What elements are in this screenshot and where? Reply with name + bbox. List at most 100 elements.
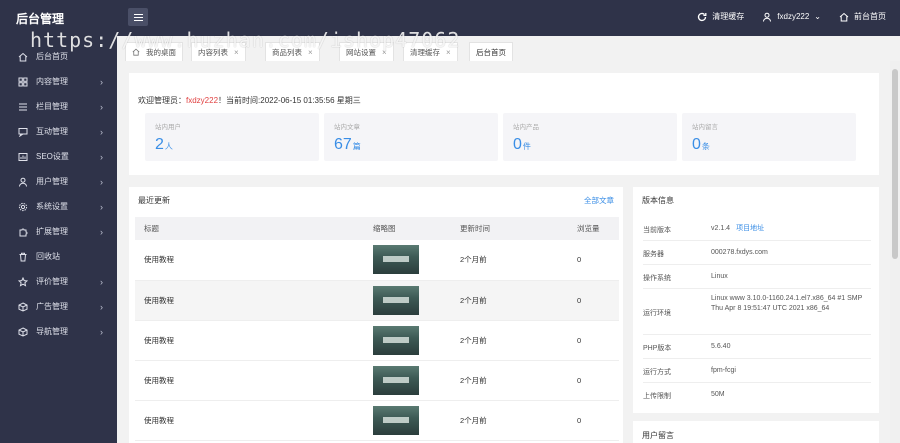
welcome-text: 欢迎管理员：fxdzy222！当前时间:2022-06-15 01:35:56 …	[138, 95, 361, 106]
stat-value: 0件	[513, 136, 531, 154]
messages-title: 用户留言	[642, 431, 674, 440]
cube-icon	[18, 301, 28, 312]
tab-site-settings[interactable]: 网站设置 ×	[339, 42, 394, 61]
trash-icon	[19, 252, 27, 261]
tab-clear-cache[interactable]: 清理缓存 ×	[403, 42, 458, 61]
tab-admin-home[interactable]: 后台首页	[469, 42, 513, 61]
gear-icon	[18, 202, 28, 211]
thumbnail-image[interactable]	[373, 365, 419, 395]
stat-label: 站内留言	[692, 124, 718, 131]
list-icon	[19, 103, 27, 110]
stat-unit: 件	[522, 142, 531, 151]
table-row[interactable]: 使用教程 2个月前 0	[135, 320, 619, 361]
table-row[interactable]: 使用教程 2个月前 0	[135, 240, 619, 281]
close-icon[interactable]: ×	[382, 48, 387, 57]
stat-card-articles[interactable]: 站内文章 67篇	[324, 113, 498, 161]
all-articles-link[interactable]: 全部文章	[584, 195, 614, 206]
stat-label: 站内文章	[334, 124, 360, 131]
user-icon	[763, 12, 772, 22]
sidebar-item-interaction[interactable]: 互动管理 ›	[0, 119, 117, 144]
sidebar: 后台首页 内容管理 › 栏目管理 › 互动管理 › SEO设置 › 用户管理 ›…	[0, 36, 117, 443]
user-menu[interactable]: fxdzy222 ⌄	[762, 11, 821, 22]
close-icon[interactable]: ×	[446, 48, 451, 57]
stat-number: 0	[692, 136, 701, 153]
sidebar-item-home[interactable]: 后台首页	[0, 44, 117, 69]
sidebar-item-ads[interactable]: 广告管理 ›	[0, 294, 117, 319]
sidebar-item-extensions[interactable]: 扩展管理 ›	[0, 219, 117, 244]
tab-content-list[interactable]: 内容列表 ×	[191, 42, 246, 61]
tab-label: 清理缓存	[410, 47, 440, 57]
stat-card-users[interactable]: 站内用户 2人	[145, 113, 319, 161]
scrollbar-thumb[interactable]	[892, 69, 898, 259]
row-title[interactable]: 使用教程	[135, 400, 364, 441]
page-scrollbar[interactable]	[890, 61, 900, 443]
version-value: v2.1.4 项目地址	[711, 224, 871, 234]
frontend-home-label: 前台首页	[854, 12, 886, 21]
sidebar-item-label: 内容管理	[36, 77, 68, 86]
username-label: fxdzy222	[777, 12, 810, 21]
thumbnail-image[interactable]	[373, 285, 419, 315]
stat-card-products[interactable]: 站内产品 0件	[503, 113, 677, 161]
stat-label: 站内用户	[155, 124, 181, 131]
project-link[interactable]: 项目地址	[736, 225, 764, 232]
column-header: 更新时间	[451, 217, 568, 240]
chevron-right-icon: ›	[100, 201, 103, 212]
grid-icon	[18, 77, 28, 86]
version-key: 运行方式	[643, 369, 671, 376]
top-bar: 后台管理 清理缓存 fxdzy222 ⌄ 前台首页	[0, 0, 900, 36]
home-icon	[18, 52, 28, 61]
row-title[interactable]: 使用教程	[135, 320, 364, 361]
row-views: 0	[568, 240, 619, 281]
version-key: 上传限制	[643, 393, 671, 400]
sidebar-item-settings[interactable]: 系统设置 ›	[0, 194, 117, 219]
tab-desktop[interactable]: 我的桌面	[125, 42, 183, 61]
sidebar-item-trash[interactable]: 回收站	[0, 244, 117, 269]
row-title[interactable]: 使用教程	[135, 360, 364, 401]
version-key: 服务器	[643, 251, 664, 258]
user-messages-card: 用户留言	[633, 421, 879, 443]
welcome-card: 欢迎管理员：fxdzy222！当前时间:2022-06-15 01:35:56 …	[129, 73, 879, 175]
sidebar-item-content[interactable]: 内容管理 ›	[0, 69, 117, 94]
version-value: 5.6.40	[711, 343, 731, 350]
table-row[interactable]: 使用教程 2个月前 0	[135, 280, 619, 321]
menu-toggle-button[interactable]	[128, 8, 148, 26]
sidebar-item-reviews[interactable]: 评价管理 ›	[0, 269, 117, 294]
version-number: v2.1.4	[711, 225, 731, 232]
row-title[interactable]: 使用教程	[135, 280, 364, 321]
thumbnail-image[interactable]	[373, 405, 419, 435]
sidebar-item-columns[interactable]: 栏目管理 ›	[0, 94, 117, 119]
table-row[interactable]: 使用教程 2个月前 0	[135, 400, 619, 441]
sidebar-item-seo[interactable]: SEO设置 ›	[0, 144, 117, 169]
tab-label: 网站设置	[346, 47, 376, 57]
version-title: 版本信息	[642, 196, 674, 205]
clear-cache-button[interactable]: 清理缓存	[697, 11, 744, 22]
row-views: 0	[568, 320, 619, 361]
row-title[interactable]: 使用教程	[135, 240, 364, 281]
close-icon[interactable]: ×	[308, 48, 313, 57]
chevron-right-icon: ›	[100, 101, 103, 112]
row-time: 2个月前	[451, 360, 568, 401]
sidebar-item-users[interactable]: 用户管理 ›	[0, 169, 117, 194]
thumbnail-image[interactable]	[373, 245, 419, 275]
chevron-right-icon: ›	[100, 176, 103, 187]
main-content: 欢迎管理员：fxdzy222！当前时间:2022-06-15 01:35:56 …	[117, 61, 890, 443]
chevron-right-icon: ›	[100, 326, 103, 337]
version-key: 运行环境	[643, 310, 671, 317]
thumbnail-image[interactable]	[373, 325, 419, 355]
app-logo[interactable]: 后台管理	[16, 10, 64, 27]
close-icon[interactable]: ×	[234, 48, 239, 57]
sidebar-item-label: 评价管理	[36, 277, 68, 286]
stat-card-messages[interactable]: 站内留言 0条	[682, 113, 856, 161]
row-time: 2个月前	[451, 320, 568, 361]
home-icon	[132, 48, 140, 56]
chevron-right-icon: ›	[100, 126, 103, 137]
tab-bar: 我的桌面 内容列表 × 商品列表 × 网站设置 × 清理缓存 × 后台首页	[117, 36, 900, 61]
version-value: 000278.fxdys.com	[711, 249, 768, 256]
table-row[interactable]: 使用教程 2个月前 0	[135, 360, 619, 401]
version-row: 操作系统 Linux	[643, 265, 871, 289]
sidebar-item-navigation[interactable]: 导航管理 ›	[0, 319, 117, 344]
version-value: Linux	[711, 273, 728, 280]
tab-product-list[interactable]: 商品列表 ×	[265, 42, 320, 61]
refresh-icon	[698, 12, 707, 21]
frontend-home-link[interactable]: 前台首页	[839, 11, 886, 22]
